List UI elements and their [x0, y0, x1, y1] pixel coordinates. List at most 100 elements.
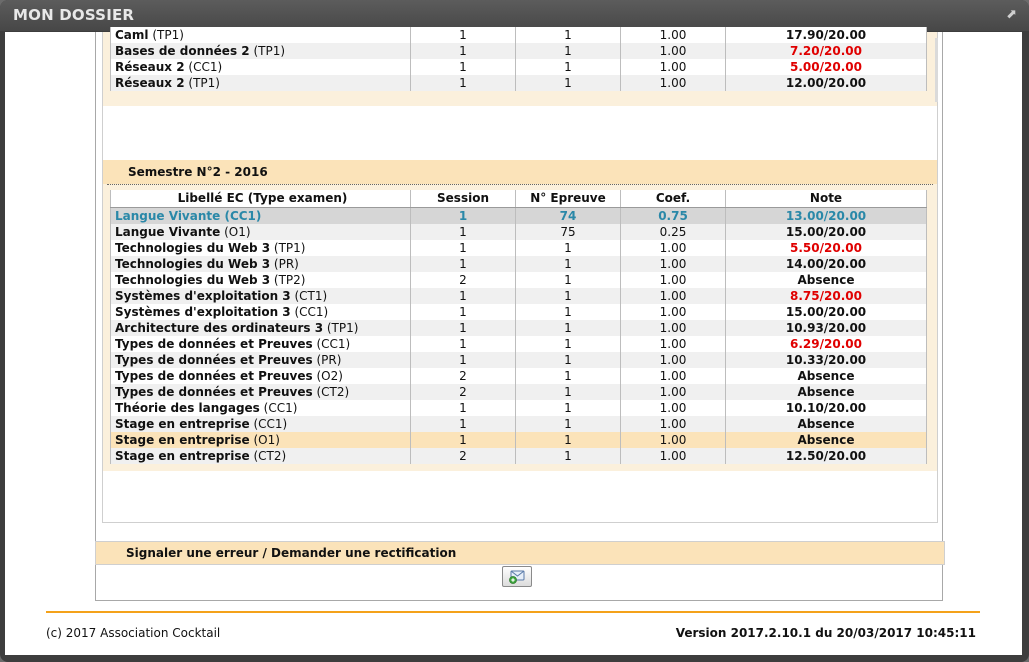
signal-error-button[interactable]	[502, 566, 532, 587]
note-cell: 12.50/20.00	[725, 448, 927, 464]
window-title: MON DOSSIER	[13, 6, 135, 24]
exam-type: (TP1)	[326, 320, 359, 335]
col-header-ec: Libellé EC (Type examen)	[110, 190, 411, 208]
footer-version: Version 2017.2.10.1 du 20/03/2017 10:45:…	[675, 626, 976, 640]
table-row[interactable]: Stage en entreprise (CC1) 1 1 1.00 Absence	[110, 416, 927, 432]
grades-scroll-pane[interactable]: Caml (TP1) 1 1 1.00 17.90/20.00 Bases de donn…	[95, 27, 943, 601]
epreuve-cell: 1	[515, 75, 621, 91]
table-row[interactable]: Théorie des langages (CC1) 1 1 1.00 10.10/20…	[110, 400, 927, 416]
note-cell: 17.90/20.00	[725, 27, 927, 43]
table-row[interactable]: Stage en entreprise (CT2) 2 1 1.00 12.50/20.…	[110, 448, 927, 464]
ec-label: Systèmes d'exploitation 3	[115, 288, 291, 303]
ec-label: Langue Vivante	[115, 224, 221, 239]
session-cell: 1	[410, 304, 516, 320]
note-cell: 8.75/20.00	[725, 288, 927, 304]
coef-cell: 1.00	[620, 336, 726, 352]
session-cell: 1	[410, 224, 516, 240]
session-cell: 2	[410, 384, 516, 400]
table-row[interactable]: Types de données et Preuves (CT2) 2 1 1.00 A…	[110, 384, 927, 400]
table-row[interactable]: Types de données et Preuves (CC1) 1 1 1.00 6…	[110, 336, 927, 352]
ec-cell: Types de données et Preuves (O2)	[110, 368, 411, 384]
ec-label: Types de données et Preuves	[115, 336, 313, 351]
coef-cell: 1.00	[620, 27, 726, 43]
session-cell: 1	[410, 432, 516, 448]
exam-type: (TP1)	[273, 240, 306, 255]
exam-type: (O1)	[224, 224, 251, 239]
table-row[interactable]: Technologies du Web 3 (TP2) 2 1 1.00 Absence	[110, 272, 927, 288]
note-cell: 10.93/20.00	[725, 320, 927, 336]
col-header-note: Note	[725, 190, 927, 208]
ec-label: Stage en entreprise	[115, 448, 250, 463]
epreuve-cell: 1	[515, 448, 621, 464]
session-cell: 2	[410, 272, 516, 288]
epreuve-cell: 1	[515, 240, 621, 256]
exam-type: (CC1)	[253, 416, 288, 431]
note-cell: Absence	[725, 416, 927, 432]
note-cell: 15.00/20.00	[725, 224, 927, 240]
epreuve-cell: 1	[515, 400, 621, 416]
table-row[interactable]: Types de données et Preuves (O2) 2 1 1.00 Ab…	[110, 368, 927, 384]
coef-cell: 1.00	[620, 432, 726, 448]
ec-label: Architecture des ordinateurs 3	[115, 320, 324, 335]
table-row[interactable]: Langue Vivante (O1) 1 75 0.25 15.00/20.00	[110, 224, 927, 240]
epreuve-cell: 75	[515, 224, 621, 240]
epreuve-cell: 74	[515, 207, 621, 224]
coef-cell: 1.00	[620, 272, 726, 288]
epreuve-cell: 1	[515, 384, 621, 400]
semester1-block: Caml (TP1) 1 1 1.00 17.90/20.00 Bases de donn…	[103, 27, 938, 106]
note-cell: 6.29/20.00	[725, 336, 927, 352]
ec-label: Types de données et Preuves	[115, 384, 313, 399]
ec-cell: Langue Vivante (CC1)	[110, 207, 411, 224]
session-cell: 1	[410, 288, 516, 304]
epreuve-cell: 1	[515, 336, 621, 352]
signal-error-bar: Signaler une erreur / Demander une recti…	[95, 541, 945, 565]
note-cell: Absence	[725, 432, 927, 448]
col-header-session: Session	[410, 190, 516, 208]
ec-cell: Types de données et Preuves (CC1)	[110, 336, 411, 352]
coef-cell: 1.00	[620, 75, 726, 91]
exam-type: (O2)	[316, 368, 343, 383]
session-cell: 1	[410, 416, 516, 432]
ec-label: Types de données et Preuves	[115, 352, 313, 367]
ec-cell: Technologies du Web 3 (PR)	[110, 256, 411, 272]
coef-cell: 1.00	[620, 59, 726, 75]
exam-type: (O1)	[253, 432, 280, 447]
semester2-header: Semestre N°2 - 2016	[103, 160, 937, 184]
table-row[interactable]: Stage en entreprise (O1) 1 1 1.00 Absence	[110, 432, 927, 448]
table-row[interactable]: Réseaux 2 (CC1) 1 1 1.00 5.00/20.00	[110, 59, 927, 75]
ec-cell: Langue Vivante (O1)	[110, 224, 411, 240]
table-row[interactable]: Architecture des ordinateurs 3 (TP1) 1 1 1.…	[110, 320, 927, 336]
note-cell: Absence	[725, 384, 927, 400]
table-row[interactable]: Technologies du Web 3 (TP1) 1 1 1.00 5.50/20…	[110, 240, 927, 256]
epreuve-cell: 1	[515, 272, 621, 288]
window-content: Caml (TP1) 1 1 1.00 17.90/20.00 Bases de donn…	[5, 27, 1022, 655]
epreuve-cell: 1	[515, 43, 621, 59]
ec-cell: Technologies du Web 3 (TP2)	[110, 272, 411, 288]
ec-cell: Types de données et Preuves (CT2)	[110, 384, 411, 400]
note-cell: 14.00/20.00	[725, 256, 927, 272]
table-row[interactable]: Types de données et Preuves (PR) 1 1 1.00 10…	[110, 352, 927, 368]
table-row[interactable]: Langue Vivante (CC1) 1 74 0.75 13.00/20.00	[110, 207, 927, 224]
coef-cell: 1.00	[620, 352, 726, 368]
table-row[interactable]: Réseaux 2 (TP1) 1 1 1.00 12.00/20.00	[110, 75, 927, 91]
expand-icon[interactable]: ⬈	[1006, 7, 1017, 22]
table-row[interactable]: Bases de données 2 (TP1) 1 1 1.00 7.20/20.00	[110, 43, 927, 59]
ec-cell: Stage en entreprise (CC1)	[110, 416, 411, 432]
epreuve-cell: 1	[515, 288, 621, 304]
ec-label: Systèmes d'exploitation 3	[115, 304, 291, 319]
semester2-divider	[107, 184, 933, 185]
table-row[interactable]: Systèmes d'exploitation 3 (CT1) 1 1 1.00 8.7…	[110, 288, 927, 304]
ec-cell: Réseaux 2 (CC1)	[110, 59, 411, 75]
ec-cell: Réseaux 2 (TP1)	[110, 75, 411, 91]
coef-cell: 1.00	[620, 288, 726, 304]
exam-type: (PR)	[316, 352, 342, 367]
semester2-table: Libellé EC (Type examen) Session N° Epre…	[110, 190, 927, 464]
ec-label: Caml	[115, 27, 149, 42]
table-row[interactable]: Systèmes d'exploitation 3 (CC1) 1 1 1.00 15.…	[110, 304, 927, 320]
exam-type: (CC1)	[224, 208, 262, 223]
semester1-table-edge	[935, 38, 938, 102]
table-row[interactable]: Caml (TP1) 1 1 1.00 17.90/20.00	[110, 27, 927, 43]
semester1-table: Caml (TP1) 1 1 1.00 17.90/20.00 Bases de donn…	[110, 27, 927, 91]
table-row[interactable]: Technologies du Web 3 (PR) 1 1 1.00 14.00/20…	[110, 256, 927, 272]
note-cell: 12.00/20.00	[725, 75, 927, 91]
